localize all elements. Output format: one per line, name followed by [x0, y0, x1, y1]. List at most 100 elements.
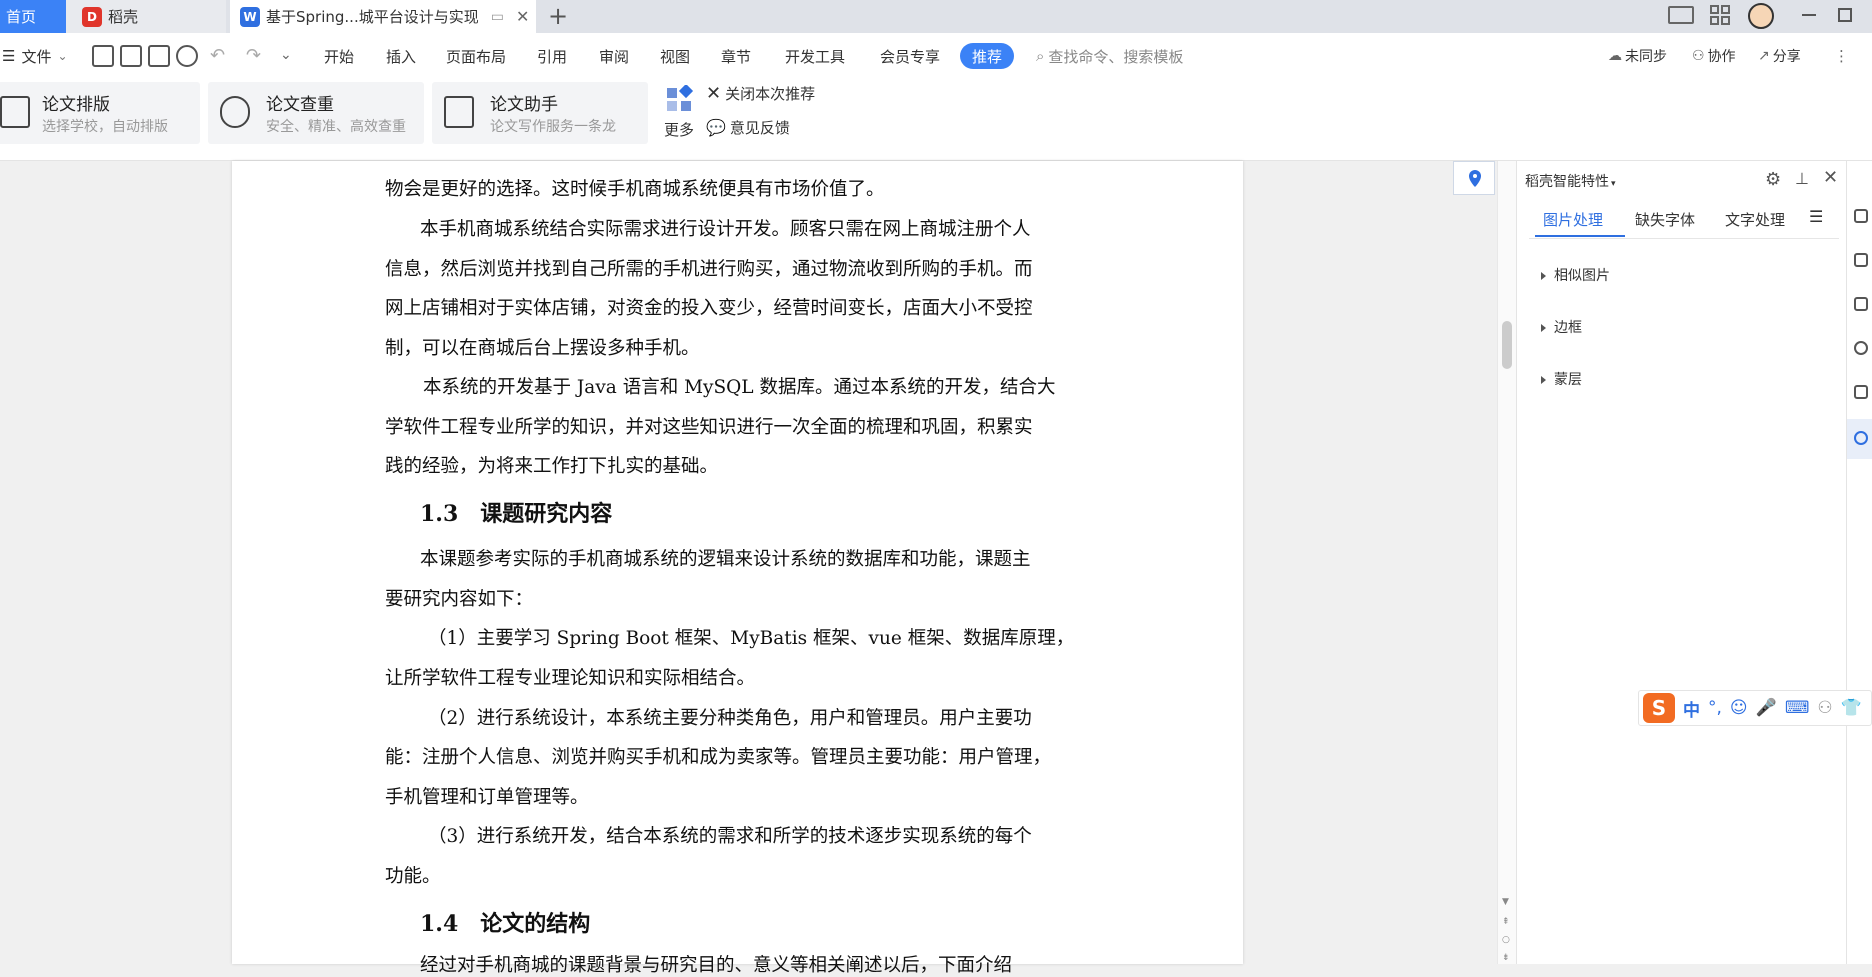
export-pdf-icon[interactable] — [120, 45, 142, 67]
menu-insert[interactable]: 插入 — [386, 43, 416, 69]
collaborate-button[interactable]: ⚇ 协作 — [1692, 43, 1736, 69]
cursor-select-icon[interactable] — [1854, 253, 1868, 267]
redo-icon[interactable]: ↷ — [246, 45, 261, 66]
undo-icon[interactable]: ↶ — [210, 45, 225, 66]
tab-text-processing[interactable]: 文字处理 — [1725, 209, 1785, 230]
scrollbar-thumb[interactable] — [1502, 321, 1512, 369]
ime-mode-toggle[interactable]: 中 — [1683, 696, 1700, 721]
help-icon[interactable] — [1854, 341, 1868, 355]
plagiarism-check-title: 论文查重 — [266, 95, 334, 115]
menu-page-layout[interactable]: 页面布局 — [446, 43, 506, 69]
heading-1-3: 1.3 课题研究内容 — [420, 496, 612, 528]
more-options-icon[interactable]: ⋮ — [1834, 43, 1849, 69]
location-pin-button[interactable] — [1453, 161, 1495, 195]
user-icon: ⚇ — [1692, 48, 1705, 64]
minimize-icon[interactable] — [1802, 14, 1816, 16]
tab-document[interactable]: W 基于Spring...城平台设计与实现 ▭ ✕ — [230, 0, 536, 33]
doc-line: 践的经验，为将来工作打下扎实的基础。 — [385, 456, 719, 477]
scroll-down-arrow-icon[interactable]: ▼ — [1502, 897, 1509, 907]
tab-missing-fonts[interactable]: 缺失字体 — [1635, 209, 1695, 230]
image-icon[interactable] — [1854, 385, 1868, 399]
panel-menu-icon[interactable]: ☰ — [1809, 207, 1823, 226]
grid-apps-icon[interactable] — [1710, 5, 1730, 25]
item-border[interactable]: 边框 — [1541, 317, 1582, 337]
doc-line: 要研究内容如下： — [385, 589, 534, 610]
more-label[interactable]: 更多 — [664, 119, 694, 140]
plagiarism-check-subtitle: 安全、精准、高效查重 — [266, 119, 406, 135]
page-up-icon[interactable]: ⇞ — [1502, 917, 1510, 927]
item-similar-images[interactable]: 相似图片 — [1541, 265, 1610, 285]
menu-recommend[interactable]: 推荐 — [960, 43, 1015, 69]
paper-format-card[interactable]: 论文排版 选择学校，自动排版 — [0, 82, 200, 144]
heading-1-4-text: 论文的结构 — [480, 911, 591, 937]
keyboard-icon[interactable]: ⌨ — [1785, 698, 1810, 718]
ai-feature-tab[interactable] — [1847, 419, 1872, 459]
ribbon: 论文排版 选择学校，自动排版 论文查重 安全、精准、高效查重 论文助手 论文写作… — [0, 79, 1872, 161]
feedback-label: 意见反馈 — [729, 119, 790, 137]
tab-image-processing[interactable]: 图片处理 — [1543, 209, 1603, 230]
paper-assistant-card[interactable]: 论文助手 论文写作服务一条龙 — [432, 82, 648, 144]
print-icon[interactable] — [148, 45, 170, 67]
menu-bar: ☰ 文件 ⌄ ↶ ↷ ⌄ 开始 插入 页面布局 引用 审阅 视图 章节 开发工具… — [0, 33, 1872, 79]
tab-home[interactable]: 首页 — [0, 0, 66, 33]
ai-smart-icon — [1854, 431, 1868, 445]
skin-shirt-icon[interactable]: 👕 — [1841, 698, 1862, 718]
tab-daoke[interactable]: D 稻壳 — [66, 0, 226, 33]
feedback-button[interactable]: 💬 意见反馈 — [706, 117, 790, 138]
plagiarism-check-card[interactable]: 论文查重 安全、精准、高效查重 — [208, 82, 424, 144]
search-icon: ⌕ — [1036, 47, 1045, 65]
document-area[interactable]: 物会是更好的选择。这时候手机商城系统便具有市场价值了。 本手机商城系统结合实际需… — [0, 161, 1497, 976]
tab-close-icon[interactable]: ✕ — [516, 7, 529, 26]
emoji-icon[interactable]: ☺ — [1730, 698, 1748, 718]
edit-pen-icon[interactable] — [1854, 209, 1868, 223]
doc-line: （3）进行系统开发，结合本系统的需求和所学的技术逐步实现系统的每个 — [428, 826, 1032, 847]
side-panel-title[interactable]: 稻壳智能特性 ▾ — [1525, 171, 1616, 191]
share-icon: ↗ — [1758, 48, 1770, 64]
new-tab-button[interactable]: + — [548, 2, 568, 30]
microphone-icon[interactable]: 🎤 — [1756, 698, 1777, 718]
quick-access-dropdown-icon[interactable]: ⌄ — [280, 47, 292, 63]
menu-member[interactable]: 会员专享 — [880, 43, 940, 69]
menu-developer[interactable]: 开发工具 — [785, 43, 845, 69]
menu-review[interactable]: 审阅 — [599, 43, 629, 69]
menu-start[interactable]: 开始 — [324, 43, 354, 69]
page-down-icon[interactable]: ⇟ — [1502, 953, 1510, 963]
share-button[interactable]: ↗ 分享 — [1758, 43, 1801, 69]
layout-switch-icon[interactable] — [1668, 6, 1694, 24]
doc-line: 功能。 — [385, 866, 441, 887]
cloud-icon: ☁ — [1608, 48, 1622, 64]
paper-assistant-title: 论文助手 — [490, 95, 558, 115]
paper-assistant-icon — [444, 96, 474, 128]
doc-line: （2）进行系统设计，本系统主要分种类角色，用户和管理员。用户主要功 — [428, 708, 1032, 729]
heading-1-3-number: 1.3 — [420, 501, 459, 527]
sliders-icon[interactable] — [1854, 297, 1868, 311]
item-border-label: 边框 — [1554, 320, 1582, 336]
sogou-logo-icon[interactable]: S — [1643, 693, 1675, 723]
sync-status[interactable]: ☁ 未同步 — [1608, 43, 1667, 69]
more-apps-icon[interactable] — [666, 83, 694, 113]
collaborate-label: 协作 — [1707, 49, 1736, 65]
restore-icon[interactable] — [1838, 8, 1852, 22]
pin-icon[interactable]: ⊥ — [1795, 169, 1809, 188]
item-mask-layer-label: 蒙层 — [1554, 372, 1582, 388]
tab-pin-icon[interactable]: ▭ — [491, 9, 504, 25]
vertical-scrollbar[interactable]: ▼ ⇞ ○ ⇟ — [1497, 161, 1516, 964]
plagiarism-check-icon — [220, 96, 250, 128]
avatar[interactable] — [1748, 3, 1774, 29]
item-mask-layer[interactable]: 蒙层 — [1541, 369, 1582, 389]
file-menu[interactable]: ☰ 文件 ⌄ — [2, 43, 68, 69]
close-panel-icon[interactable]: ✕ — [1823, 167, 1838, 188]
menu-references[interactable]: 引用 — [537, 43, 567, 69]
print-preview-icon[interactable] — [176, 45, 198, 67]
command-search[interactable]: ⌕ 查找命令、搜索模板 — [1036, 43, 1183, 69]
user-profile-icon[interactable]: ⚇ — [1817, 698, 1832, 718]
select-browse-icon[interactable]: ○ — [1502, 935, 1510, 945]
doc-line: 让所学软件工程专业理论知识和实际相结合。 — [385, 668, 756, 689]
right-tool-rail — [1846, 161, 1872, 964]
settings-gear-icon[interactable]: ⚙ — [1765, 169, 1781, 190]
ime-punctuation-toggle[interactable]: °, — [1708, 698, 1722, 718]
close-recommend-button[interactable]: ✕ 关闭本次推荐 — [706, 83, 815, 104]
save-icon[interactable] — [92, 45, 114, 67]
menu-chapter[interactable]: 章节 — [721, 43, 751, 69]
menu-view[interactable]: 视图 — [660, 43, 690, 69]
